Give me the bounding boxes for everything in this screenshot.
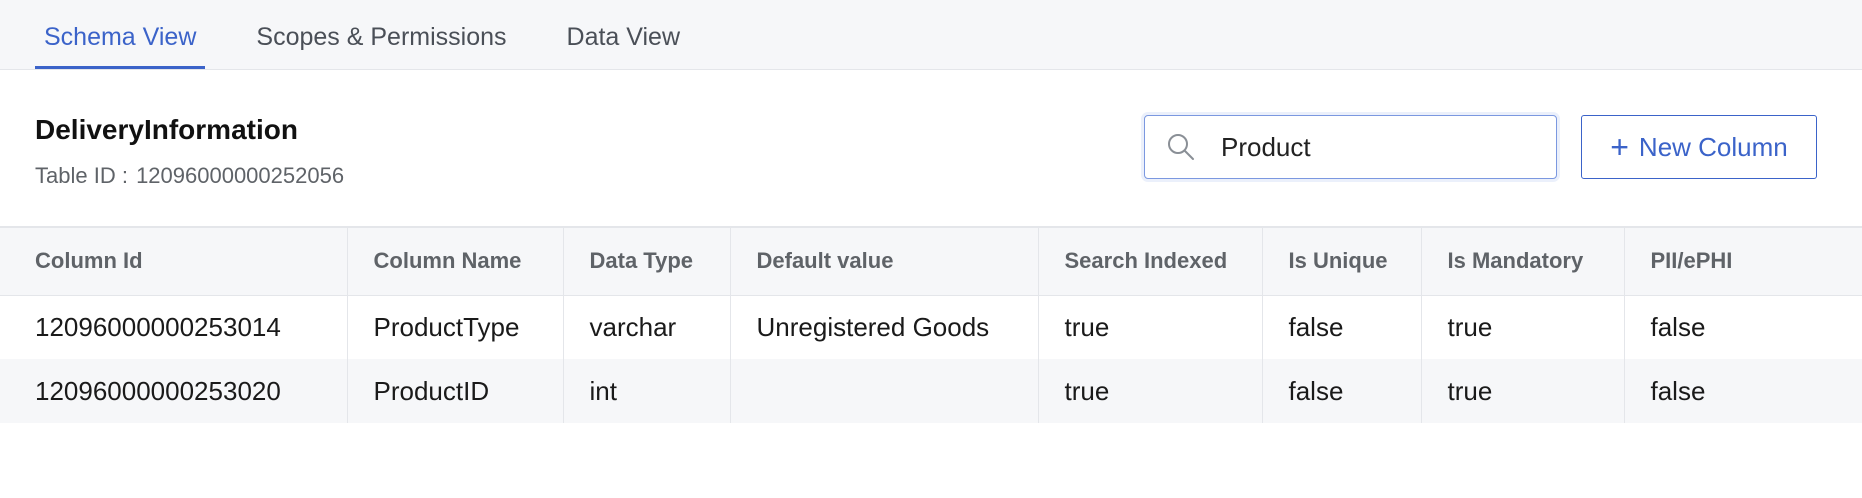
- header-column-id[interactable]: Column Id: [0, 227, 348, 295]
- table-id: Table ID : 12096000000252056: [35, 163, 344, 189]
- table-id-value: 12096000000252056: [136, 163, 345, 188]
- tab-schema-view[interactable]: Schema View: [35, 23, 206, 69]
- header-column-name[interactable]: Column Name: [347, 227, 564, 295]
- plus-icon: +: [1610, 129, 1629, 165]
- tab-bar: Schema View Scopes & Permissions Data Vi…: [0, 0, 1862, 70]
- cell-search-indexed: true: [1038, 295, 1263, 359]
- new-column-label: New Column: [1638, 131, 1788, 162]
- table-header: DeliveryInformation Table ID : 120960000…: [0, 70, 1862, 226]
- header-default-value[interactable]: Default value: [730, 227, 1039, 295]
- cell-is-mandatory: true: [1421, 359, 1625, 423]
- cell-pii-ephi: false: [1650, 375, 1706, 406]
- header-data-type[interactable]: Data Type: [563, 227, 731, 295]
- cell-column-id: 12096000000253014: [0, 295, 348, 359]
- header-is-mandatory[interactable]: Is Mandatory: [1421, 227, 1625, 295]
- tab-data-view[interactable]: Data View: [558, 23, 690, 69]
- table-title: DeliveryInformation: [35, 114, 298, 145]
- cell-is-unique: false: [1262, 295, 1422, 359]
- cell-column-name: ProductID: [347, 359, 564, 423]
- new-column-button[interactable]: + New Column: [1581, 115, 1817, 179]
- cell-column-id: 12096000000253020: [0, 359, 348, 423]
- columns-table: Column Id Column Name Data Type Default …: [0, 226, 1862, 423]
- cell-default-value: Unregistered Goods: [730, 295, 1039, 359]
- tab-scopes-permissions[interactable]: Scopes & Permissions: [247, 23, 515, 69]
- table-row[interactable]: 12096000000253014 ProductType varchar Un…: [0, 295, 1862, 359]
- cell-pii-ephi: false: [1650, 311, 1706, 342]
- header-is-unique[interactable]: Is Unique: [1262, 227, 1422, 295]
- cell-is-unique: false: [1262, 359, 1422, 423]
- table-row[interactable]: 12096000000253020 ProductID int true fal…: [0, 359, 1862, 423]
- header-search-indexed[interactable]: Search Indexed: [1038, 227, 1263, 295]
- cell-is-mandatory: true: [1421, 295, 1625, 359]
- search-box[interactable]: [1144, 115, 1557, 179]
- search-input[interactable]: [1219, 130, 1543, 164]
- cell-column-name: ProductType: [347, 295, 564, 359]
- cell-default-value: [730, 359, 1039, 423]
- table-id-label: Table ID :: [35, 163, 128, 188]
- header-pii-ephi[interactable]: PII/ePHI: [1624, 227, 1862, 295]
- cell-data-type: int: [563, 359, 731, 423]
- search-icon: [1168, 134, 1194, 160]
- table-header-row: Column Id Column Name Data Type Default …: [0, 227, 1862, 295]
- cell-data-type: varchar: [563, 295, 731, 359]
- cell-search-indexed: true: [1038, 359, 1263, 423]
